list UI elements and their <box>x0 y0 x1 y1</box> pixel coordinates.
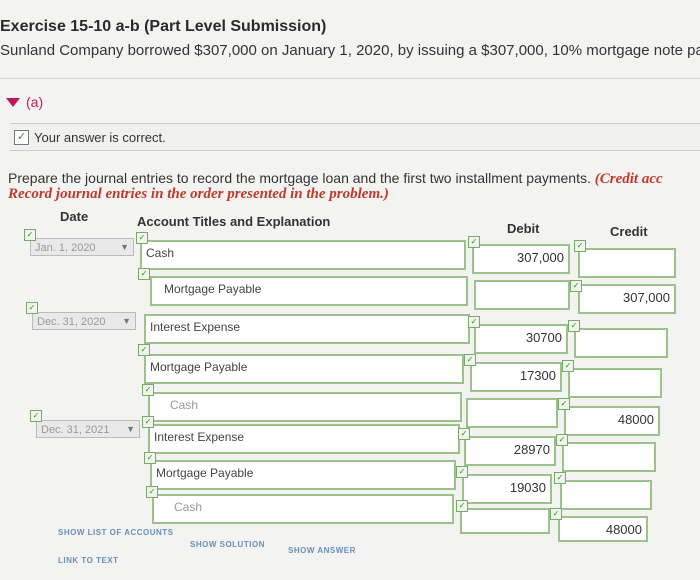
check-icon: ✓ <box>468 236 480 248</box>
credit-field[interactable] <box>574 328 668 358</box>
instructions-note: (Credit acc <box>594 171 663 187</box>
feedback-text: Your answer is correct. <box>34 129 166 145</box>
header-debit: Debit <box>507 221 540 236</box>
debit-field[interactable]: 17300 <box>470 362 562 392</box>
debit-field[interactable]: 28970 <box>464 436 556 466</box>
credit-field[interactable] <box>578 248 676 278</box>
debit-field[interactable]: 307,000 <box>472 244 570 274</box>
header-credit: Credit <box>610 224 648 239</box>
credit-field[interactable] <box>560 480 652 510</box>
chevron-down-icon: ▼ <box>126 424 135 434</box>
account-field[interactable]: Mortgage Payable <box>144 354 464 384</box>
debit-field[interactable]: 19030 <box>462 474 552 504</box>
debit-field[interactable] <box>474 280 570 310</box>
check-icon: ✓ <box>568 320 580 332</box>
triangle-down-icon <box>6 97 20 107</box>
credit-field[interactable]: 48000 <box>558 516 648 542</box>
account-field[interactable]: Cash <box>152 494 454 524</box>
credit-field[interactable]: 307,000 <box>578 284 676 314</box>
check-icon: ✓ <box>574 240 586 252</box>
check-icon: ✓ <box>558 398 570 410</box>
checkmark-icon: ✓ <box>14 129 29 145</box>
account-field[interactable]: Interest Expense <box>148 424 460 454</box>
check-icon: ✓ <box>24 229 36 241</box>
debit-field[interactable] <box>466 398 558 428</box>
chevron-down-icon: ▼ <box>120 242 129 252</box>
debit-field[interactable]: 30700 <box>474 324 568 354</box>
date-select[interactable]: Dec. 31, 2020 ▼ <box>32 312 136 330</box>
credit-field[interactable]: 48000 <box>564 406 660 436</box>
check-icon: ✓ <box>468 316 480 328</box>
instructions-line2: Record journal entries in the order pres… <box>8 186 389 202</box>
account-field[interactable]: Cash <box>148 392 462 422</box>
check-icon: ✓ <box>142 384 154 396</box>
show-accounts-link[interactable]: SHOW LIST OF ACCOUNTS <box>58 528 174 537</box>
check-icon: ✓ <box>26 302 38 314</box>
account-field[interactable]: Mortgage Payable <box>150 276 468 306</box>
instructions-text: Prepare the journal entries to record th… <box>8 170 591 186</box>
check-icon: ✓ <box>144 452 156 464</box>
account-field[interactable]: Cash <box>140 240 466 270</box>
check-icon: ✓ <box>562 360 574 372</box>
debit-field[interactable] <box>460 508 550 534</box>
part-a-toggle[interactable]: (a) <box>6 94 43 110</box>
check-icon: ✓ <box>30 410 42 422</box>
check-icon: ✓ <box>556 434 568 446</box>
check-icon: ✓ <box>146 486 158 498</box>
check-icon: ✓ <box>570 280 582 292</box>
header-date: Date <box>60 209 89 224</box>
feedback-bar: ✓ Your answer is correct. <box>10 123 700 151</box>
check-icon: ✓ <box>554 472 566 484</box>
check-icon: ✓ <box>456 500 468 512</box>
credit-field[interactable] <box>562 442 656 472</box>
check-icon: ✓ <box>136 232 148 244</box>
account-field[interactable]: Mortgage Payable <box>150 460 456 490</box>
check-icon: ✓ <box>142 416 154 428</box>
divider <box>0 78 700 79</box>
exercise-title: Exercise 15-10 a-b (Part Level Submissio… <box>0 18 327 35</box>
part-label: (a) <box>26 94 44 110</box>
check-icon: ✓ <box>458 428 470 440</box>
show-answer-link[interactable]: SHOW ANSWER <box>288 546 356 555</box>
account-field[interactable]: Interest Expense <box>144 314 470 344</box>
credit-field[interactable] <box>568 368 662 398</box>
header-account: Account Titles and Explanation <box>137 214 331 229</box>
date-select[interactable]: Jan. 1, 2020 ▼ <box>30 238 134 256</box>
check-icon: ✓ <box>550 508 562 520</box>
date-select[interactable]: Dec. 31, 2021 ▼ <box>36 420 140 438</box>
check-icon: ✓ <box>464 354 476 366</box>
link-to-text[interactable]: LINK TO TEXT <box>58 556 119 565</box>
chevron-down-icon: ▼ <box>122 316 131 326</box>
show-solution-link[interactable]: SHOW SOLUTION <box>190 540 265 549</box>
check-icon: ✓ <box>138 268 150 280</box>
check-icon: ✓ <box>138 344 150 356</box>
check-icon: ✓ <box>456 466 468 478</box>
exercise-description: Sunland Company borrowed $307,000 on Jan… <box>0 42 700 59</box>
